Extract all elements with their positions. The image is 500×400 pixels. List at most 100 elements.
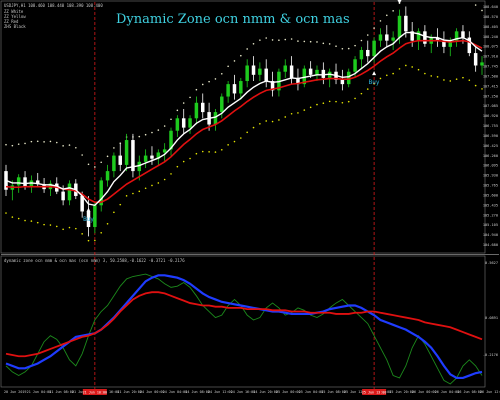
lower-band-dot (227, 144, 229, 146)
lower-band-dot (303, 109, 306, 111)
lower-band-dot (220, 148, 223, 151)
lower-band-dot (246, 131, 248, 134)
candle-body (340, 79, 345, 85)
upper-band-dot (233, 60, 236, 62)
lower-band-dot (386, 74, 388, 77)
upper-band-dot (290, 38, 293, 40)
lower-band-dot (176, 165, 179, 168)
lower-band-dot (113, 211, 115, 214)
x-tick-label: 21 Jun 08:00 (49, 390, 73, 394)
candle-body (258, 68, 262, 75)
upper-band-dot (182, 102, 185, 104)
candle-body (181, 118, 186, 128)
x-tick-label: 24 Jun 08:00 (185, 390, 210, 394)
x-tick-label: 21 Jun 04:00 (27, 390, 51, 394)
lower-band-dot (11, 216, 14, 218)
candle-body (16, 177, 21, 186)
candle-body (423, 31, 427, 44)
lower-band-dot (443, 79, 445, 81)
upper-band-dot (316, 41, 318, 43)
lower-band-dot (309, 106, 312, 109)
candle-body (245, 65, 249, 82)
candle-body (112, 155, 116, 172)
upper-band-dot (360, 39, 363, 42)
upper-band-dot (284, 38, 287, 41)
lower-band-dot (43, 223, 45, 226)
lower-band-dot (17, 217, 20, 220)
y-tick-label: 106.920 (483, 114, 498, 118)
x-tick-label: 25 Jun 20:00 (389, 390, 414, 394)
lower-band-dot (271, 120, 274, 123)
y-tick-label: 108.405 (483, 25, 498, 29)
x-tick-label: 26 Jun 08:00 (457, 390, 482, 394)
x-tick-label: 21 Jun 20:00 (117, 390, 142, 394)
lower-band-dot (354, 97, 356, 100)
candle-body (162, 149, 167, 153)
candle-body (232, 84, 237, 94)
x-tick-label: 26 Jun 04:00 (435, 390, 460, 394)
lower-band-dot (341, 101, 344, 104)
upper-band-dot (62, 145, 64, 147)
candle-body (67, 183, 72, 201)
lower-band-dot (430, 75, 433, 77)
upper-band-dot (278, 39, 280, 42)
upper-band-dot (354, 44, 356, 47)
upper-band-dot (335, 45, 337, 47)
highlighted-x-tick-label: 25 Jun 13:00 (362, 391, 387, 395)
lower-band-dot (328, 100, 331, 103)
lower-band-dot (208, 151, 210, 153)
indicator-label: dynamic zone ocn nmm & ocn mas (ocn nmm)… (4, 258, 185, 263)
y-tick-label: 105.930 (483, 174, 498, 178)
upper-band-dot (303, 40, 306, 43)
upper-band-dot (113, 147, 115, 149)
y-tick-label: 108.570 (483, 15, 498, 19)
chart-canvas: BuyBuySell 108.640108.570108.405108.2401… (0, 0, 500, 400)
y-tick-label: 106.755 (483, 124, 498, 128)
upper-band-dot (43, 141, 45, 143)
trading-chart-window: BuyBuySell 108.640108.570108.405108.2401… (0, 0, 500, 400)
upper-band-dot (5, 143, 7, 146)
upper-band-dot (227, 65, 229, 68)
legend-item: ZHS Black (4, 24, 26, 29)
highlighted-x-tick-label: 21 Jun 10:00 (83, 391, 108, 395)
upper-band-dot (386, 14, 388, 17)
lower-band-dot (125, 195, 128, 197)
lower-band-dot (94, 239, 96, 242)
candle-body (150, 155, 154, 159)
lower-band-dot (49, 224, 52, 226)
x-tick-label: 26 Jun 00:00 (412, 390, 437, 394)
upper-band-dot (106, 155, 109, 158)
upper-band-dot (201, 83, 204, 86)
upper-band-dot (170, 118, 172, 121)
lower-band-dot (170, 173, 172, 175)
y-tick-label: 105.270 (483, 213, 498, 217)
candle-body (416, 31, 421, 41)
signal-label: Buy (369, 79, 380, 86)
lower-band-dot (106, 222, 109, 225)
lower-band-dot (436, 76, 439, 78)
indicator-y-tick-label: 0.0891 (485, 316, 498, 320)
upper-band-dot (100, 161, 102, 164)
lower-band-dot (151, 184, 153, 187)
lower-band-dot (297, 112, 299, 114)
candle-body (397, 15, 402, 38)
upper-band-dot (75, 146, 77, 149)
upper-band-dot (81, 154, 83, 156)
y-tick-label: 105.105 (483, 223, 498, 227)
upper-band-dot (24, 142, 26, 145)
candle-body (124, 140, 129, 165)
lower-band-dot (449, 80, 452, 82)
upper-band-dot (17, 143, 20, 145)
upper-band-dot (297, 40, 299, 42)
candle-body (175, 118, 180, 131)
x-tick-label: 25 Jun 08:00 (321, 390, 346, 394)
x-tick-label: 24 Jun 00:00 (140, 390, 165, 394)
lower-band-dot (265, 120, 268, 122)
lower-band-dot (163, 178, 166, 181)
y-tick-label: 107.085 (483, 104, 498, 108)
candle-body (346, 71, 351, 85)
y-tick-label: 104.940 (483, 233, 498, 237)
lower-band-dot (138, 190, 141, 193)
candle-body (226, 84, 230, 97)
lower-band-dot (36, 221, 39, 224)
